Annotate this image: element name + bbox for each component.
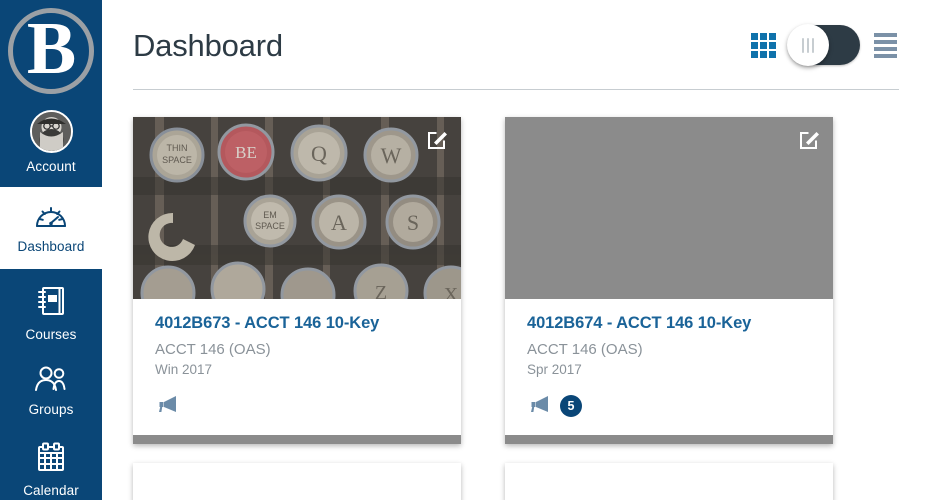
card-actions xyxy=(155,395,461,435)
card-footer-bar xyxy=(505,434,833,444)
grid-cell xyxy=(760,41,767,49)
sidebar-item-groups[interactable]: Groups xyxy=(0,351,102,426)
announcement-count-badge: 5 xyxy=(560,395,582,418)
list-line xyxy=(874,46,897,51)
people-icon xyxy=(33,365,69,397)
main-content: Dashboard THIN SPACE BE Q W EM SPACE A S… xyxy=(102,0,927,500)
sidebar-item-dashboard[interactable]: Dashboard xyxy=(0,186,102,269)
calendar-icon xyxy=(35,442,67,478)
grid-view-icon[interactable] xyxy=(751,32,776,58)
dashboard-card[interactable] xyxy=(133,462,461,500)
card-actions: 5 xyxy=(527,395,833,435)
course-subtitle: ACCT 146 (OAS) xyxy=(155,340,271,358)
announcement-megaphone-icon[interactable] xyxy=(527,395,549,418)
grid-cell xyxy=(751,50,758,58)
grid-cell xyxy=(760,32,767,40)
dashboard-card[interactable] xyxy=(505,462,833,500)
dashboard-view-toggle[interactable] xyxy=(787,24,860,66)
sidebar-item-label: Calendar xyxy=(23,482,79,498)
sidebar-item-label: Groups xyxy=(28,401,74,417)
sidebar-item-label: Dashboard xyxy=(17,239,85,255)
edit-pencil-icon[interactable] xyxy=(426,129,448,151)
sidebar-item-courses[interactable]: Courses xyxy=(0,269,102,351)
grip-line xyxy=(802,37,804,53)
page-header: Dashboard xyxy=(102,0,927,90)
card-body: 4012B674 - ACCT 146 10-Key ACCT 146 (OAS… xyxy=(505,299,833,435)
toggle-knob xyxy=(787,24,829,66)
page-title: Dashboard xyxy=(133,27,283,63)
course-title-link[interactable]: 4012B673 - ACCT 146 10-Key xyxy=(155,314,461,334)
sidebar-item-label: Account xyxy=(26,159,76,174)
list-line xyxy=(874,53,897,58)
course-term: Spr 2017 xyxy=(527,362,582,378)
avatar xyxy=(29,110,73,153)
notebook-icon xyxy=(36,285,67,322)
dashboard-card[interactable]: 4012B674 - ACCT 146 10-Key ACCT 146 (OAS… xyxy=(505,117,833,444)
grid-cell xyxy=(751,41,758,49)
course-term: Win 2017 xyxy=(155,362,213,378)
logo-circle-icon: B xyxy=(8,8,94,94)
card-footer-bar xyxy=(133,434,461,444)
dashboard-card-grid: THIN SPACE BE Q W EM SPACE A S Z X 4012B… xyxy=(102,90,927,444)
global-navigation-sidebar: B Account Dashboard Courses Groups Calen… xyxy=(0,0,102,500)
dashboard-view-controls xyxy=(751,24,897,66)
grid-cell xyxy=(769,32,776,40)
institution-logo[interactable]: B xyxy=(0,0,102,102)
sidebar-item-label: Courses xyxy=(25,326,77,342)
edit-pencil-icon[interactable] xyxy=(798,129,820,151)
course-title-link[interactable]: 4012B674 - ACCT 146 10-Key xyxy=(527,314,833,334)
grid-cell xyxy=(751,32,758,40)
card-image-placeholder xyxy=(505,117,833,299)
grid-cell xyxy=(760,50,767,58)
grip-line xyxy=(812,37,814,53)
logo-letter: B xyxy=(26,8,76,90)
card-body: 4012B673 - ACCT 146 10-Key ACCT 146 (OAS… xyxy=(133,299,461,435)
dashboard-card[interactable]: THIN SPACE BE Q W EM SPACE A S Z X 4012B… xyxy=(133,117,461,444)
sidebar-item-calendar[interactable]: Calendar xyxy=(0,426,102,500)
grip-line xyxy=(807,37,809,53)
list-view-icon[interactable] xyxy=(874,32,897,58)
grid-cell xyxy=(769,41,776,49)
card-image-typewriter: THIN SPACE BE Q W EM SPACE A S Z X xyxy=(133,117,461,299)
canvas-dashboard-app: B Account Dashboard Courses Groups Calen… xyxy=(0,0,927,500)
speedometer-icon xyxy=(35,202,67,234)
list-line xyxy=(874,32,897,37)
course-subtitle: ACCT 146 (OAS) xyxy=(527,340,643,358)
sidebar-item-account[interactable]: Account xyxy=(0,102,102,187)
announcement-megaphone-icon[interactable] xyxy=(155,395,177,418)
dashboard-card-grid-next-row xyxy=(102,444,927,500)
list-line xyxy=(874,39,897,44)
grid-cell xyxy=(769,50,776,58)
